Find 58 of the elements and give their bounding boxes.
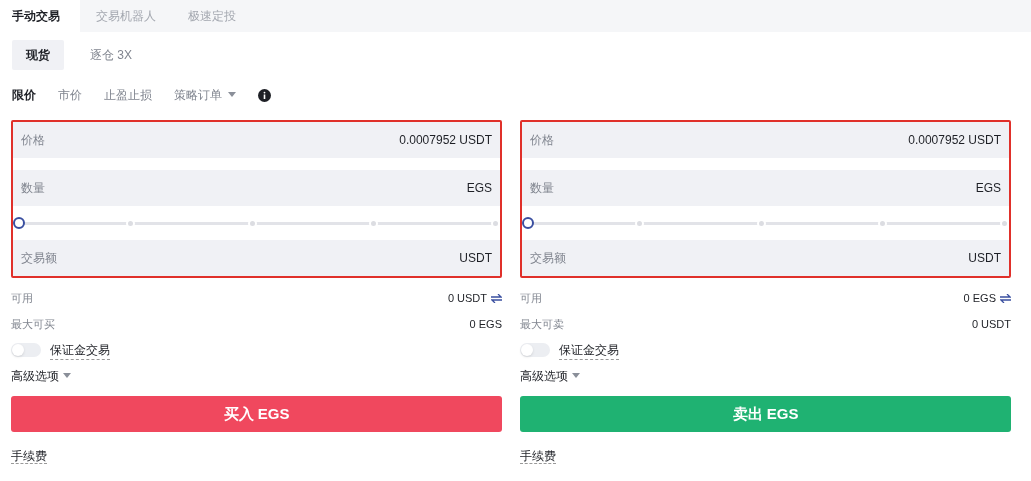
order-type-tab[interactable]: 止盈止损 <box>104 86 152 104</box>
margin-toggle[interactable] <box>11 343 41 357</box>
field-label: 价格 <box>21 132 45 149</box>
transfer-icon[interactable] <box>491 293 502 303</box>
slider-step-icon <box>634 218 644 228</box>
max-value: 0 EGS <box>469 316 502 332</box>
max-value: 0 USDT <box>971 316 1011 332</box>
field-label: 价格 <box>530 132 554 149</box>
buy-button[interactable]: 买入 EGS <box>11 396 502 432</box>
field-value: 0.0007952 USDT <box>399 132 492 149</box>
input-field[interactable]: 价格 0.0007952 USDT <box>522 122 1009 158</box>
advanced-options-toggle[interactable]: 高级选项 <box>520 366 580 386</box>
info-icon[interactable] <box>258 88 271 102</box>
account-tab[interactable]: 逐仓 3X <box>76 40 146 70</box>
top-tab[interactable]: 手动交易 <box>0 0 80 32</box>
slider-step-icon <box>491 218 500 228</box>
field-value: USDT <box>459 250 492 267</box>
available-value: 0 EGS <box>963 290 996 306</box>
field-label: 数量 <box>21 180 45 197</box>
input-field[interactable]: 交易额 USDT <box>522 240 1009 276</box>
slider-step-icon <box>878 218 888 228</box>
max-label: 最大可买 <box>11 316 55 332</box>
slider-step-icon <box>1000 218 1009 228</box>
slider-step-icon <box>247 218 257 228</box>
field-value: EGS <box>466 180 492 197</box>
slider-thumb[interactable] <box>522 217 534 229</box>
fee-label[interactable]: 手续费 <box>11 449 47 464</box>
margin-label[interactable]: 保证金交易 <box>559 340 619 360</box>
margin-label[interactable]: 保证金交易 <box>50 340 110 360</box>
input-field[interactable]: 数量 EGS <box>13 170 500 206</box>
slider-thumb[interactable] <box>13 217 25 229</box>
field-label: 数量 <box>530 180 554 197</box>
margin-toggle[interactable] <box>520 343 550 357</box>
fee-label[interactable]: 手续费 <box>520 449 556 464</box>
field-value: USDT <box>968 250 1001 267</box>
available-label: 可用 <box>11 290 33 306</box>
available-value: 0 USDT <box>447 290 487 306</box>
field-label: 交易额 <box>21 250 57 267</box>
max-label: 最大可卖 <box>520 316 564 332</box>
input-field[interactable]: 交易额 USDT <box>13 240 500 276</box>
caret-icon <box>228 92 236 98</box>
slider-step-icon <box>369 218 379 228</box>
field-label: 交易额 <box>530 250 566 267</box>
field-value: 0.0007952 USDT <box>908 132 1001 149</box>
order-type-tab[interactable]: 策略订单 <box>174 86 236 104</box>
caret-icon <box>63 373 71 379</box>
available-label: 可用 <box>520 290 542 306</box>
advanced-options-toggle[interactable]: 高级选项 <box>11 366 71 386</box>
order-type-tab[interactable]: 市价 <box>58 86 82 104</box>
caret-icon <box>572 373 580 379</box>
order-type-tab[interactable]: 限价 <box>12 86 36 104</box>
field-value: EGS <box>975 180 1001 197</box>
input-field[interactable]: 数量 EGS <box>522 170 1009 206</box>
input-field[interactable]: 价格 0.0007952 USDT <box>13 122 500 158</box>
slider-step-icon <box>125 218 135 228</box>
slider-step-icon <box>756 218 766 228</box>
transfer-icon[interactable] <box>1000 293 1011 303</box>
account-tab[interactable]: 现货 <box>12 40 64 70</box>
